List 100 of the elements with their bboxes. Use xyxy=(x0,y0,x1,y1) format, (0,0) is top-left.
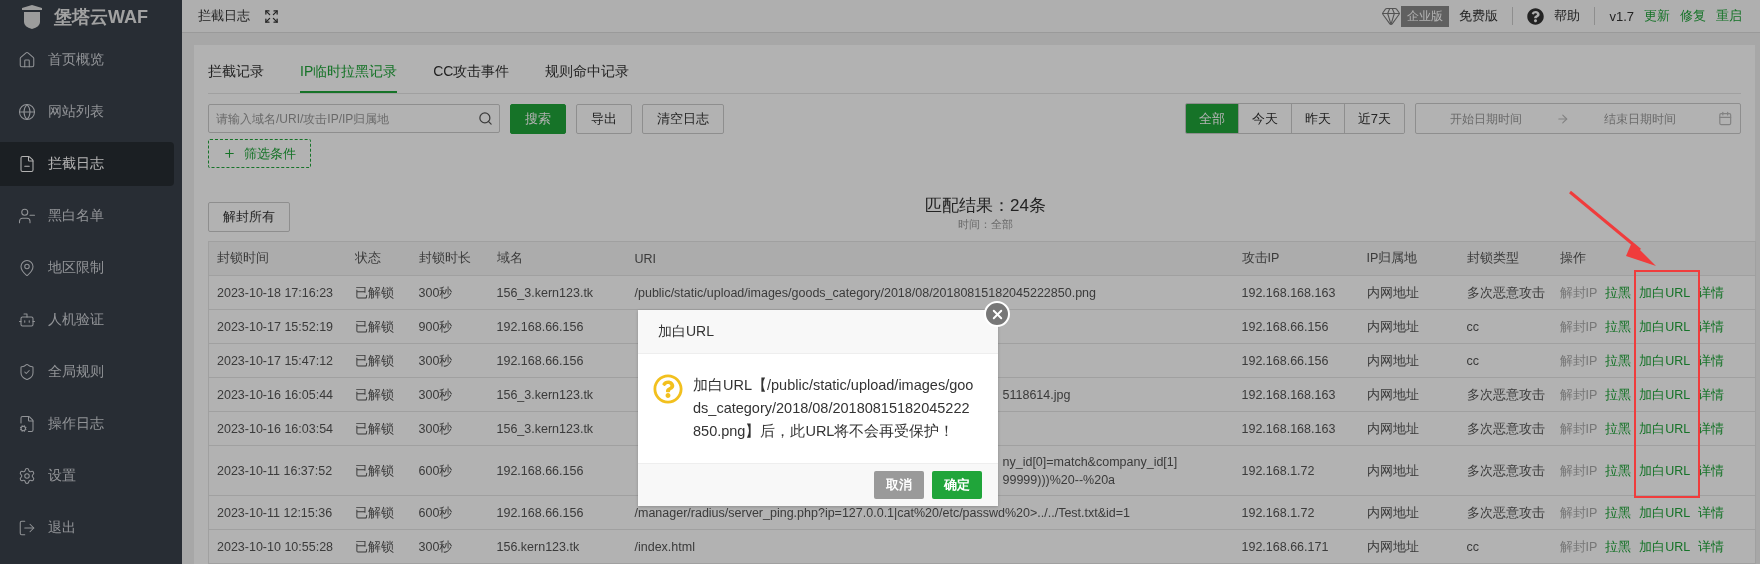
plus-icon xyxy=(223,147,236,160)
column-header: 状态 xyxy=(346,241,411,276)
table-cell: 2023-10-16 16:05:44 xyxy=(208,377,347,412)
action-link[interactable]: 详情 xyxy=(1698,537,1725,556)
uri-text: /index.html xyxy=(634,538,695,556)
table-cell: 2023-10-10 10:55:28 xyxy=(208,529,347,564)
action-link[interactable]: 加白URL xyxy=(1639,283,1691,302)
arrow-icon xyxy=(1556,111,1570,126)
top-link[interactable]: 更新 xyxy=(1644,7,1670,25)
action-link[interactable]: 拉黑 xyxy=(1605,351,1632,370)
column-header: 攻击IP xyxy=(1233,241,1359,276)
help-link[interactable]: 帮助 xyxy=(1554,7,1581,25)
action-link[interactable]: 加白URL xyxy=(1639,351,1691,370)
unblock-all-button[interactable]: 解封所有 xyxy=(208,202,290,232)
top-link[interactable]: 重启 xyxy=(1716,7,1742,25)
table-cell: 内网地址 xyxy=(1358,495,1459,530)
table-cell: 已解锁 xyxy=(346,529,411,564)
action-link[interactable]: 拉黑 xyxy=(1605,461,1632,480)
search-button[interactable]: 搜索 xyxy=(510,103,566,134)
date-range-button[interactable]: 全部 xyxy=(1185,104,1239,133)
action-link[interactable]: 拉黑 xyxy=(1605,503,1632,522)
action-link[interactable]: 加白URL xyxy=(1639,419,1691,438)
table-cell: 内网地址 xyxy=(1358,309,1459,344)
settings-icon xyxy=(18,467,36,485)
table-cell: 内网地址 xyxy=(1358,411,1459,446)
table-cell: 2023-10-18 17:16:23 xyxy=(208,275,347,310)
table-cell: 192.168.1.72 xyxy=(1233,445,1359,496)
page-title: 拦截日志 xyxy=(198,7,250,25)
tab[interactable]: CC攻击事件 xyxy=(433,63,510,93)
top-link[interactable]: 修复 xyxy=(1680,7,1706,25)
logo-icon xyxy=(20,4,44,30)
table-cell: 300秒 xyxy=(410,377,489,412)
diamond-icon xyxy=(1381,6,1402,26)
sidebar-item[interactable]: 首页概览 xyxy=(0,38,174,82)
table-cell: 2023-10-16 16:03:54 xyxy=(208,411,347,446)
edition-link[interactable]: 免费版 xyxy=(1459,7,1499,25)
shield-check-icon xyxy=(18,363,36,381)
table-cell: cc xyxy=(1458,343,1552,378)
table-cell: 300秒 xyxy=(410,343,489,378)
uri-text: /public/static/upload/images/goods_category/2018/08/20180815182045222850.png xyxy=(634,284,1096,302)
document-gear-icon xyxy=(18,415,36,433)
tab[interactable]: IP临时拉黑记录 xyxy=(300,63,398,93)
table-cell: 192.168.66.156 xyxy=(488,343,627,378)
table-cell: 多次恶意攻击 xyxy=(1458,275,1552,310)
table-cell: 600秒 xyxy=(410,445,489,496)
search-field[interactable]: 请输入域名/URI/攻击IP/IP归属地 xyxy=(208,104,500,133)
sidebar-item[interactable]: 黑白名单 xyxy=(0,194,174,238)
edition-badge: 企业版 xyxy=(1401,5,1450,27)
action-link[interactable]: 拉黑 xyxy=(1605,419,1632,438)
globe-icon xyxy=(18,103,36,121)
result-time: 时间：全部 xyxy=(958,217,1013,232)
sidebar-item[interactable]: 拦截日志 xyxy=(0,142,174,186)
table-cell: 多次恶意攻击 xyxy=(1458,445,1552,496)
column-header: IP归属地 xyxy=(1358,241,1459,276)
help-icon[interactable] xyxy=(1527,7,1545,25)
confirm-button[interactable]: 确定 xyxy=(932,471,982,499)
sidebar-item[interactable]: 网站列表 xyxy=(0,90,174,134)
action-link[interactable]: 拉黑 xyxy=(1605,385,1632,404)
toolbar-button[interactable]: 清空日志 xyxy=(642,103,724,134)
table-cell: 已解锁 xyxy=(346,495,411,530)
table-cell: 300秒 xyxy=(410,275,489,310)
filter-button[interactable]: 筛选条件 xyxy=(208,139,311,168)
table-cell: 156_3.kern123.tk xyxy=(488,275,627,310)
table-cell: cc xyxy=(1458,529,1552,564)
action-link[interactable]: 拉黑 xyxy=(1605,317,1632,336)
action-link[interactable]: 拉黑 xyxy=(1605,283,1632,302)
search-icon[interactable] xyxy=(478,111,493,126)
version-text: v1.7 xyxy=(1609,8,1634,24)
action-link[interactable]: 加白URL xyxy=(1639,385,1691,404)
sidebar-item[interactable]: 全局规则 xyxy=(0,350,174,394)
cancel-button[interactable]: 取消 xyxy=(874,471,924,499)
toolbar-button[interactable]: 导出 xyxy=(576,103,632,134)
sidebar-item[interactable]: 退出 xyxy=(0,506,174,550)
action-link[interactable]: 详情 xyxy=(1698,503,1725,522)
table-cell: cc xyxy=(1458,309,1552,344)
tab[interactable]: 拦截记录 xyxy=(208,63,264,93)
sidebar-item[interactable]: 人机验证 xyxy=(0,298,174,342)
table-cell: 多次恶意攻击 xyxy=(1458,411,1552,446)
uri-text: 99999)))%20--%20a xyxy=(1002,471,1116,489)
action-link[interactable]: 加白URL xyxy=(1639,537,1691,556)
action-link[interactable]: 加白URL xyxy=(1639,503,1691,522)
dialog-title: 加白URL xyxy=(638,310,998,354)
table-cell: 192.168.1.72 xyxy=(1233,495,1359,530)
sidebar-item[interactable]: 设置 xyxy=(0,454,174,498)
table-cell: 多次恶意攻击 xyxy=(1458,377,1552,412)
sidebar-item[interactable]: 操作日志 xyxy=(0,402,174,446)
action-link[interactable]: 加白URL xyxy=(1639,461,1691,480)
fullscreen-icon[interactable] xyxy=(264,8,279,24)
action-link[interactable]: 拉黑 xyxy=(1605,537,1632,556)
date-range-picker[interactable]: 开始日期时间 结束日期时间 xyxy=(1415,103,1741,134)
uri-text: /manager/radius/server_ping.php?ip=127.0.0.1|cat%20/etc/passwd%20>../../Test.txt&id=1 xyxy=(634,504,1131,522)
sidebar-item[interactable]: 地区限制 xyxy=(0,246,174,290)
table-cell: 192.168.66.156 xyxy=(488,309,627,344)
table-cell: 192.168.168.163 xyxy=(1233,377,1359,412)
table-cell: 192.168.168.163 xyxy=(1233,411,1359,446)
action-link[interactable]: 加白URL xyxy=(1639,317,1691,336)
table-cell: 156_3.kern123.tk xyxy=(488,377,627,412)
tab[interactable]: 规则命中记录 xyxy=(545,63,630,93)
table-cell: 已解锁 xyxy=(346,411,411,446)
home-icon xyxy=(18,51,36,69)
